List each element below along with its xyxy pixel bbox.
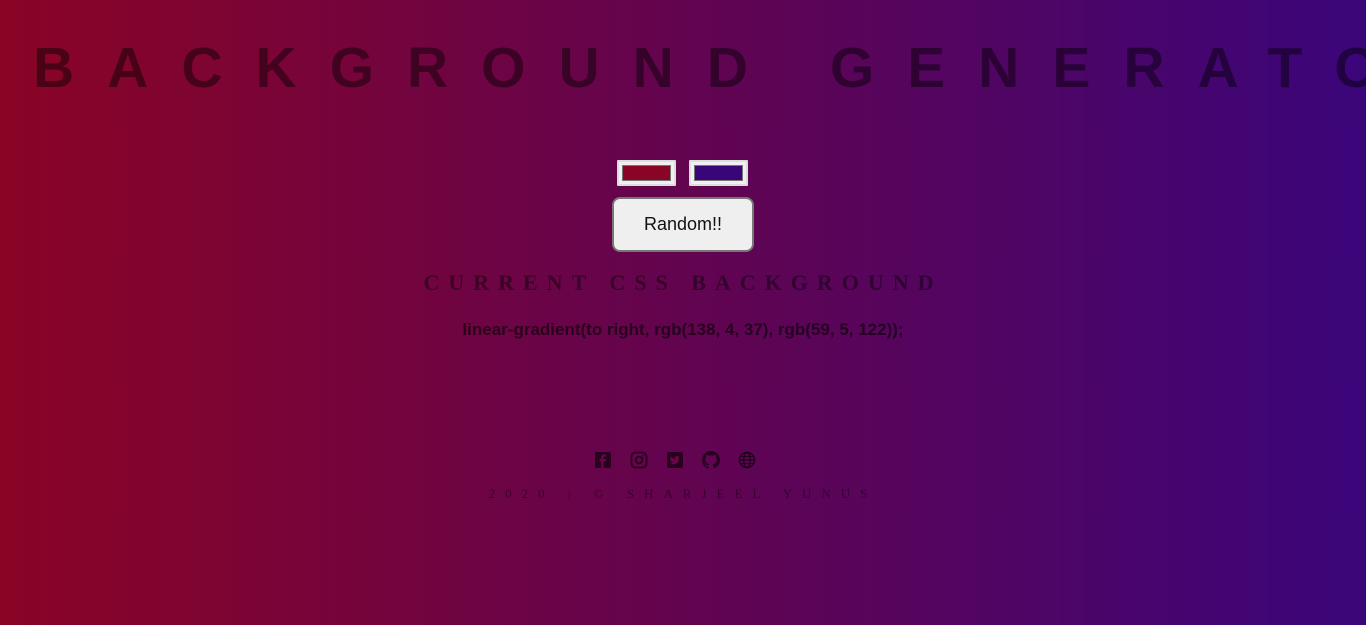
color-swatch-2 <box>694 165 743 181</box>
random-button[interactable]: Random!! <box>612 197 754 252</box>
current-css-heading: CURRENT CSS BACKGROUND <box>423 270 943 295</box>
globe-icon[interactable] <box>738 451 756 469</box>
css-value-text: linear-gradient(to right, rgb(138, 4, 37… <box>462 320 904 339</box>
twitter-icon[interactable] <box>666 451 684 469</box>
color-input-2[interactable] <box>689 160 748 186</box>
social-links <box>594 451 756 469</box>
color-input-1[interactable] <box>617 160 676 186</box>
page-title: BACKGROUND GENERATOR <box>33 36 1366 100</box>
color-swatch-1 <box>622 165 671 181</box>
facebook-icon[interactable] <box>594 451 612 469</box>
footer-copyright: 2020 | © SHARJEEL YUNUS <box>488 486 878 501</box>
instagram-icon[interactable] <box>630 451 648 469</box>
github-icon[interactable] <box>702 451 720 469</box>
color-pickers <box>617 160 748 186</box>
page-background: BACKGROUND GENERATOR Random!! CURRENT CS… <box>0 0 1366 625</box>
